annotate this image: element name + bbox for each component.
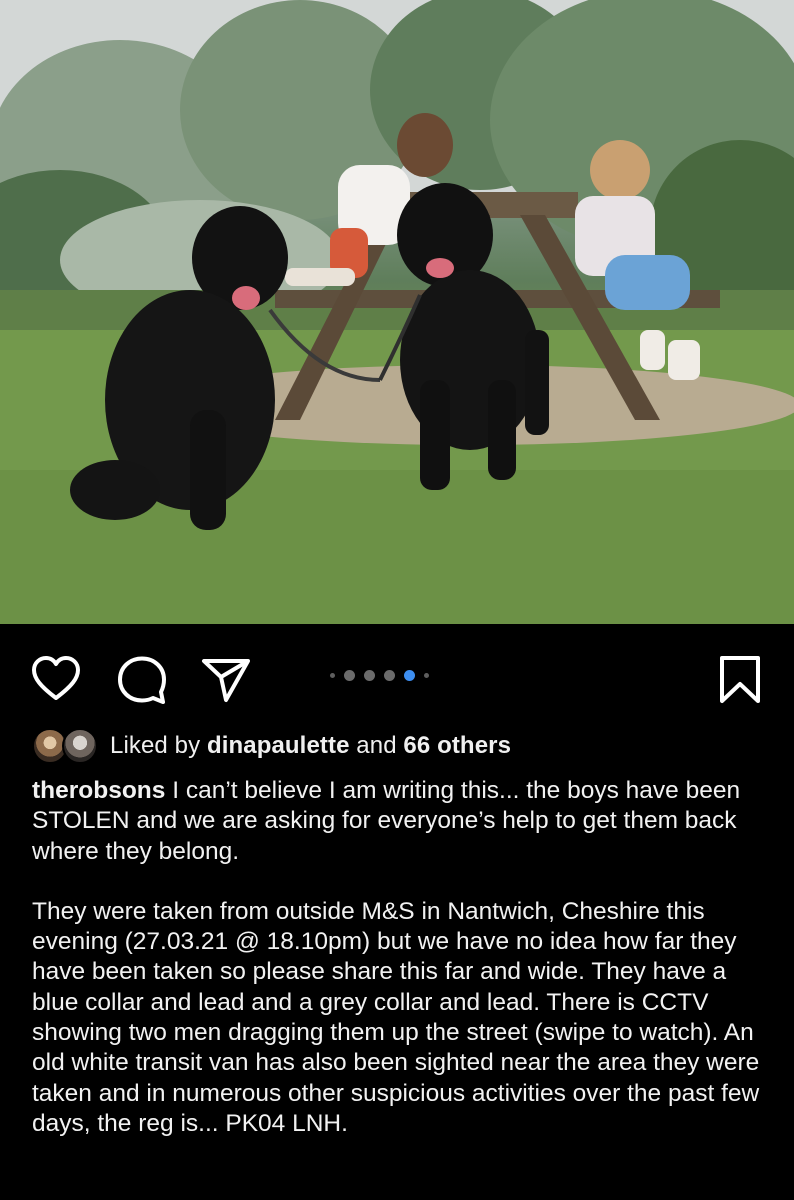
share-button[interactable] — [200, 654, 252, 706]
avatar — [62, 728, 98, 764]
caption-username[interactable]: therobsons — [32, 777, 165, 804]
comment-button[interactable] — [116, 654, 168, 706]
liker-username[interactable]: dinapaulette — [207, 732, 350, 759]
carousel-dot — [330, 672, 335, 678]
post-caption: therobsons I can’t believe I am writing … — [32, 776, 772, 1139]
carousel-dot — [384, 669, 395, 681]
likes-prefix: Liked by — [110, 732, 207, 759]
carousel-dot-active — [404, 669, 415, 681]
carousel-dot — [344, 669, 355, 681]
liker-avatars — [32, 728, 98, 764]
save-button[interactable] — [714, 654, 766, 706]
carousel-dot — [424, 672, 429, 678]
carousel-dot — [364, 669, 375, 681]
post-photo[interactable] — [0, 0, 794, 624]
likes-row[interactable]: Liked by dinapaulette and 66 others — [32, 728, 511, 764]
send-icon — [202, 659, 250, 702]
post-photo-illustration — [0, 0, 794, 624]
comment-icon — [118, 656, 166, 704]
bookmark-icon — [720, 656, 760, 703]
carousel-indicator — [330, 668, 429, 682]
like-button[interactable] — [30, 654, 82, 706]
heart-icon — [32, 656, 80, 700]
caption-paragraph-2: They were taken from outside M&S in Nant… — [32, 897, 760, 1137]
likes-others-count[interactable]: 66 others — [403, 732, 511, 759]
likes-middle: and — [349, 732, 404, 759]
likes-text: Liked by dinapaulette and 66 others — [110, 732, 511, 760]
